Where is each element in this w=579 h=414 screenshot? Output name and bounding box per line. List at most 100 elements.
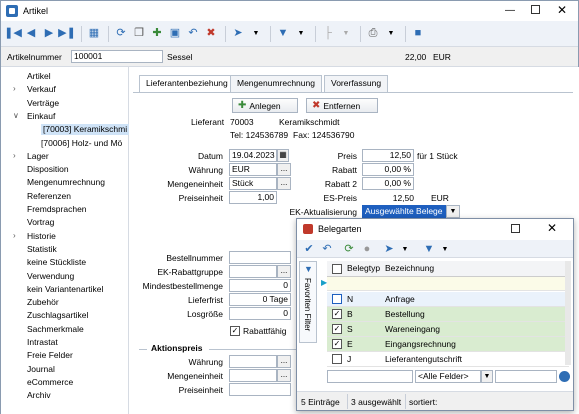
select-all-checkbox[interactable] [332,264,342,274]
popup-maximize-icon[interactable] [511,224,520,233]
apply-check-icon[interactable]: ✔ [301,241,317,257]
tree-item[interactable]: Disposition [27,164,69,175]
tree-item[interactable]: Fremdsprachen [27,204,87,215]
add-supplier-button[interactable]: ✚ Anlegen [232,98,298,113]
tree-item[interactable]: Einkauf [27,111,55,122]
mindestbestellmenge-input[interactable]: 0 [229,279,291,292]
aktion-mengeneinheit-input[interactable] [229,369,277,382]
undo-icon[interactable]: ↶ [185,26,201,42]
previous-record-icon[interactable]: ◀ [23,26,39,42]
popup-close-icon[interactable]: ✕ [547,221,557,235]
col-bezeichnung-header[interactable]: Bezeichnung [385,263,434,273]
chevron-down-icon[interactable]: ▼ [293,26,309,42]
search-input[interactable] [327,370,413,383]
save-disk-icon[interactable]: ■ [410,26,426,42]
aktion-preiseinheit-input[interactable] [229,383,291,396]
chevron-down-icon[interactable]: ▼ [437,241,453,257]
tree-item[interactable]: Journal [27,364,55,375]
mengeneinheit-lookup-button[interactable]: ... [277,177,291,190]
tree-item[interactable]: [70003] Keramikschmi [41,124,130,136]
rabattfaehig-checkbox[interactable]: ✓ [230,326,240,336]
belegart-row[interactable]: ✓ E Eingangsrechnung [327,337,569,352]
lieferfrist-input[interactable]: 0 Tage [229,293,291,306]
tree-item[interactable]: Statistik [27,244,57,255]
bestellnummer-input[interactable] [229,251,291,264]
delete-icon[interactable]: ✖ [203,26,219,42]
tree-item[interactable]: eCommerce [27,377,73,388]
tree-item[interactable]: keine Stückliste [27,257,86,268]
waehrung-input[interactable]: EUR [229,163,277,176]
row-checkbox[interactable]: ✓ [332,324,342,334]
close-icon[interactable]: ✕ [557,3,567,17]
refresh-icon[interactable]: ⟳ [113,26,129,42]
belegart-row[interactable]: J Lieferantengutschrift [327,352,569,367]
pin-icon[interactable]: ➤ [230,26,246,42]
artno-input[interactable]: 100001 [71,50,163,63]
tree-item[interactable]: kein Variantenartikel [27,284,103,295]
tree-item[interactable]: Artikel [27,71,51,82]
tree-expand-chevron-icon[interactable]: › [13,84,16,93]
undo-icon[interactable]: ↶ [319,241,335,257]
chevron-down-icon[interactable]: ▼ [338,26,354,42]
tree-item[interactable]: Zubehör [27,297,59,308]
mengeneinheit-input[interactable]: Stück [229,177,277,190]
aktion-waehrung-lookup-button[interactable]: ... [277,355,291,368]
pin-icon[interactable]: ➤ [381,241,397,257]
chevron-down-icon[interactable]: ▼ [383,26,399,42]
belegart-row[interactable]: ✓ S Wareneingang [327,322,569,337]
tree-item[interactable]: Verkauf [27,84,56,95]
refresh-icon[interactable]: ⟳ [341,241,357,257]
filter-icon[interactable]: ▼ [421,241,437,257]
row-checkbox[interactable] [332,354,342,364]
col-belegtyp-header[interactable]: Belegtyp [347,263,380,273]
ek-rabattgruppe-lookup-button[interactable]: ... [277,265,291,278]
preis-input[interactable]: 12,50 [362,149,414,162]
tree-expand-chevron-icon[interactable]: › [13,151,16,160]
grid-scrollbar[interactable] [565,261,571,365]
tree-expand-chevron-icon[interactable]: › [13,231,16,240]
tree-item[interactable]: Archiv [27,390,51,401]
tree-item[interactable]: [70006] Holz- und Mö [41,138,122,149]
ek-aktualisierung-dropdown[interactable]: ▼ [446,205,460,218]
favorites-filter-panel[interactable]: ▼ Favoriten Filter [299,261,317,343]
print-icon[interactable]: ⎙ [365,26,381,42]
ek-rabattgruppe-input[interactable] [229,265,277,278]
next-record-icon[interactable]: ▶ [41,26,57,42]
tree-item[interactable]: Referenzen [27,191,71,202]
save-icon[interactable]: ▣ [167,26,183,42]
belegart-row[interactable]: ✓ B Bestellung [327,307,569,322]
tab-vorerfassung[interactable]: Vorerfassung [324,75,389,92]
tree-item[interactable]: Intrastat [27,337,58,348]
filter-row[interactable] [327,277,569,291]
minimize-icon[interactable]: — [505,5,515,16]
tree-item[interactable]: Freie Felder [27,350,73,361]
copy-icon[interactable]: ❐ [131,26,147,42]
rabatt2-input[interactable]: 0,00 % [362,177,414,190]
waehrung-lookup-button[interactable]: ... [277,163,291,176]
maximize-icon[interactable] [531,5,540,14]
rabatt-input[interactable]: 0,00 % [362,163,414,176]
new-record-icon[interactable]: ✚ [149,26,165,42]
table-view-icon[interactable]: ▦ [86,26,102,42]
losgroesse-input[interactable]: 0 [229,307,291,320]
row-checkbox[interactable]: ✓ [332,309,342,319]
tab-mengenumrechnung[interactable]: Mengenumrechnung [230,75,322,92]
tree-item[interactable]: Historie [27,231,56,242]
tree-item[interactable]: Mengenumrechnung [27,177,105,188]
ek-aktualisierung-select[interactable]: Ausgewählte Belege [362,205,446,218]
clear-icon[interactable]: ● [359,241,375,257]
aktion-mengeneinheit-lookup-button[interactable]: ... [277,369,291,382]
calendar-icon[interactable]: ▦ [277,149,289,162]
tree-item[interactable]: Verträge [27,98,59,109]
field-filter-select[interactable]: <Alle Felder> [415,370,481,383]
row-checkbox[interactable] [332,294,342,304]
search-icon[interactable] [559,371,570,382]
belegart-row[interactable]: N Anfrage [327,292,569,307]
preiseinheit-input[interactable]: 1,00 [229,191,277,204]
tree-item[interactable]: Verwendung [27,271,74,282]
first-record-icon[interactable]: ❚◀ [4,26,22,42]
search-value-input[interactable] [495,370,557,383]
filter-icon[interactable]: ▼ [275,26,291,42]
last-record-icon[interactable]: ▶❚ [58,26,76,42]
tree-item[interactable]: Vortrag [27,217,54,228]
